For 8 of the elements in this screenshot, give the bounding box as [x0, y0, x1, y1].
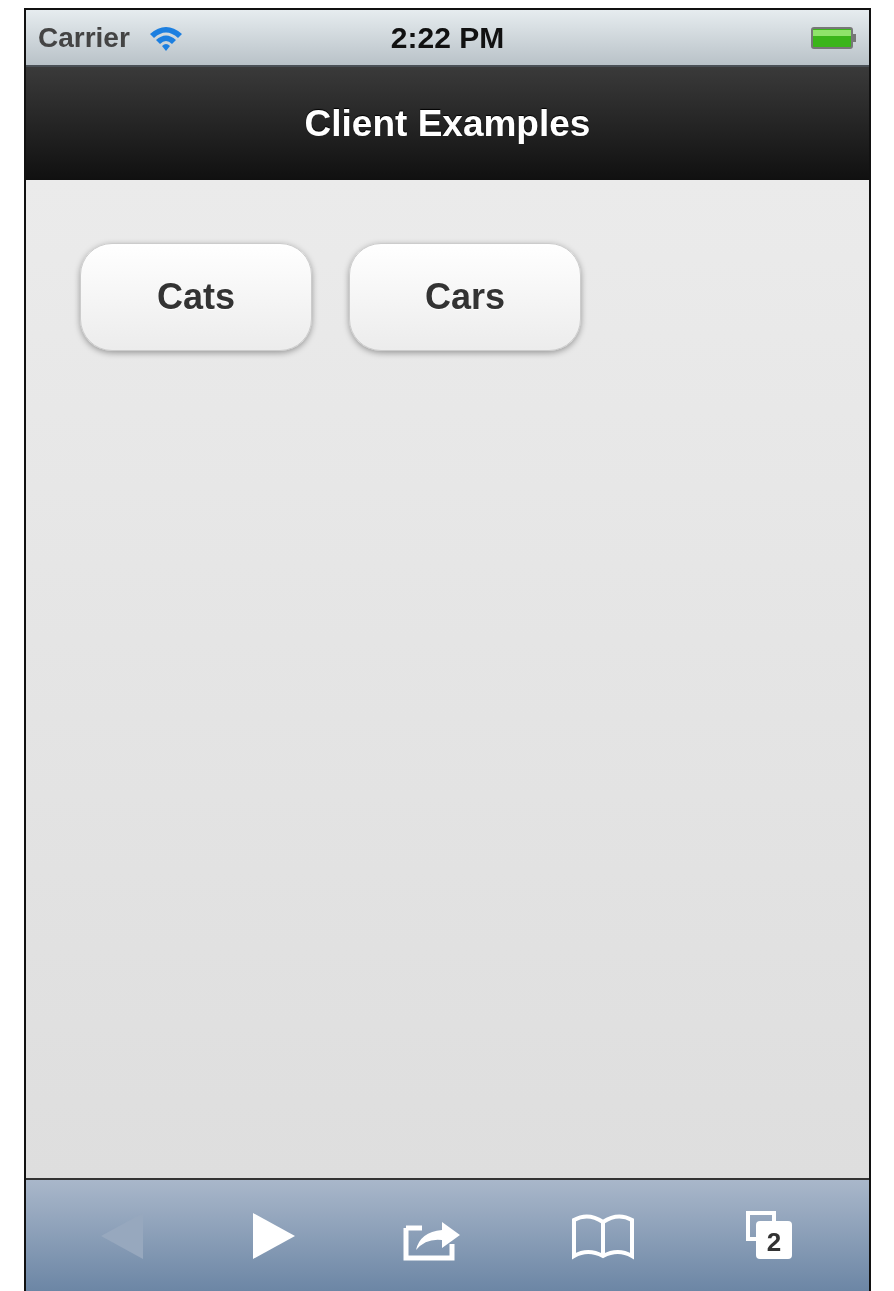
nav-button[interactable]: Cats: [80, 243, 312, 351]
page-title: Client Examples: [304, 102, 591, 145]
book-icon[interactable]: [570, 1211, 637, 1260]
battery-icon: [811, 26, 857, 49]
nav-button[interactable]: Cars: [349, 243, 581, 351]
forward-icon[interactable]: [250, 1210, 297, 1261]
carrier-name: Carrier: [38, 21, 130, 54]
status-time: 2:22 PM: [390, 20, 505, 54]
